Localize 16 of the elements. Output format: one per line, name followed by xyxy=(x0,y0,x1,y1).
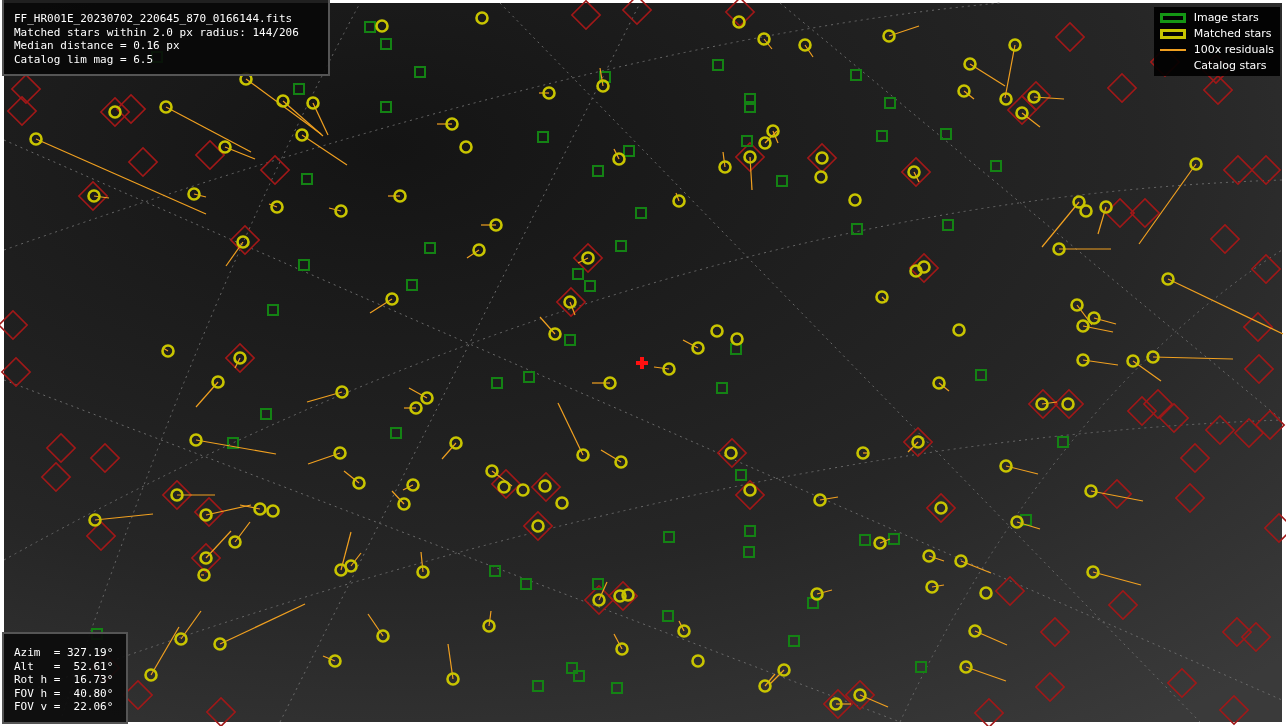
legend-label: Catalog stars xyxy=(1193,59,1267,72)
image-star-swatch-icon xyxy=(1159,12,1186,23)
info-text: Catalog lim mag = 6.5 xyxy=(14,52,155,66)
info-text: Median distance = 0.16 px xyxy=(14,39,181,53)
pointing-text: Azim = 327.19° xyxy=(14,646,115,660)
pointing-text: FOV v = 22.06° xyxy=(14,700,115,714)
pointing-text: FOV h = 40.80° xyxy=(14,686,115,700)
legend-label: Image stars xyxy=(1193,11,1259,24)
pointing-text: Rot h = 16.73° xyxy=(14,673,115,687)
legend-label: 100x residuals xyxy=(1193,43,1274,56)
line-icon xyxy=(1159,47,1186,52)
pointing-text: Alt = 52.61° xyxy=(14,659,115,673)
legend-label: Matched stars xyxy=(1193,27,1272,40)
info-text: FF_HR001E_20230702_220645_870_0166144.fits xyxy=(14,12,294,26)
info-text: Matched stars within 2.0 px radius: 144/206 xyxy=(14,25,300,39)
matched-star-swatch-icon xyxy=(1159,28,1186,39)
